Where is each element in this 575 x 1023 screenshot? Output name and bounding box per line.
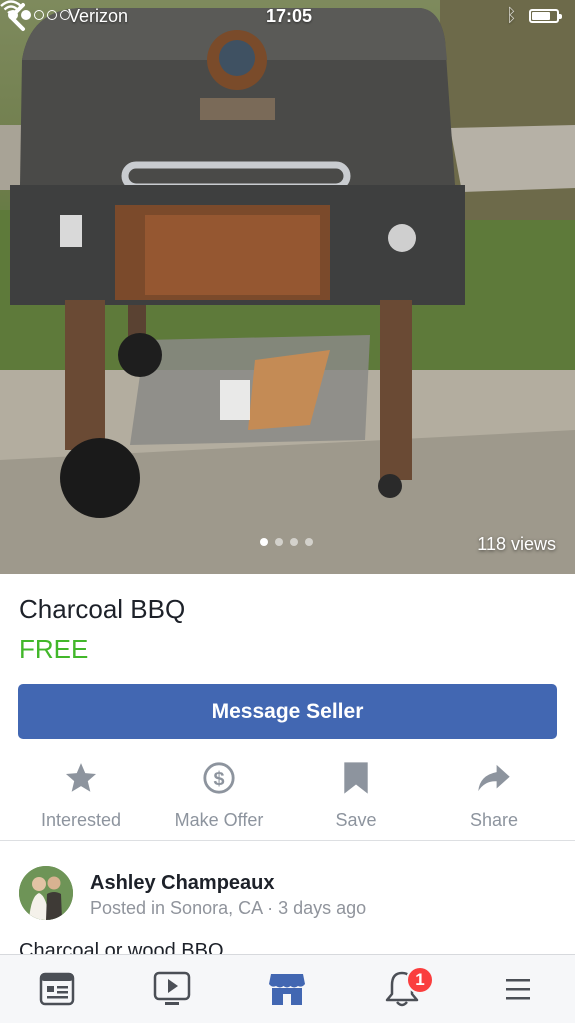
view-count: 118 views xyxy=(477,534,556,554)
menu-icon xyxy=(506,979,530,1000)
make-offer-label: Make Offer xyxy=(174,810,264,830)
notification-badge: 1 xyxy=(406,966,434,994)
svg-text:$: $ xyxy=(213,768,224,790)
make-offer-button[interactable]: $ Make Offer xyxy=(150,758,288,831)
bookmark-icon xyxy=(344,762,368,794)
bluetooth-icon: ᛒ xyxy=(506,5,517,25)
pagination-dot[interactable] xyxy=(275,538,283,546)
listing-price: FREE xyxy=(19,634,89,664)
bottom-tab-bar xyxy=(0,954,575,1023)
share-button[interactable]: Share xyxy=(425,758,563,831)
marketplace-icon xyxy=(269,974,305,1005)
message-seller-button[interactable]: Message Seller xyxy=(18,684,557,739)
save-label: Save xyxy=(335,810,377,830)
tab-video[interactable] xyxy=(150,967,194,1011)
pagination-dot[interactable] xyxy=(290,538,298,546)
status-bar: Verizon 17:05 ᛒ xyxy=(0,0,575,32)
video-icon xyxy=(153,971,191,1005)
carrier-name: Verizon xyxy=(68,6,129,26)
save-button[interactable]: Save xyxy=(287,758,425,831)
tab-news-feed[interactable] xyxy=(35,967,79,1011)
news-feed-icon xyxy=(39,972,75,1006)
photo-pagination-dots[interactable] xyxy=(260,538,313,546)
pagination-dot[interactable] xyxy=(260,538,268,546)
listing-photo[interactable]: Verizon 17:05 ᛒ 118 views xyxy=(0,0,575,574)
status-time: 17:05 xyxy=(266,6,313,26)
listing-title: Charcoal BBQ xyxy=(19,594,186,624)
dollar-icon: $ xyxy=(203,762,235,794)
avatar-photo xyxy=(19,866,73,920)
grill-photo-image xyxy=(0,0,575,574)
divider xyxy=(0,840,575,841)
posted-location-time: Posted in Sonora, CA · 3 days ago xyxy=(90,898,367,918)
interested-button[interactable]: Interested xyxy=(12,758,150,831)
interested-label: Interested xyxy=(40,810,122,830)
seller-name[interactable]: Ashley Champeaux xyxy=(90,872,275,895)
back-button[interactable] xyxy=(0,0,34,34)
tab-menu[interactable] xyxy=(496,967,540,1011)
star-icon xyxy=(65,763,97,792)
share-icon xyxy=(478,764,510,792)
battery-icon xyxy=(529,9,562,23)
action-bar: Interested $ Make Offer Save Share xyxy=(0,758,575,842)
seller-avatar[interactable] xyxy=(19,866,73,920)
tab-marketplace[interactable] xyxy=(265,967,309,1011)
signal-dot xyxy=(34,10,44,20)
pagination-dot[interactable] xyxy=(305,538,313,546)
share-label: Share xyxy=(469,810,519,830)
signal-dot xyxy=(47,10,57,20)
